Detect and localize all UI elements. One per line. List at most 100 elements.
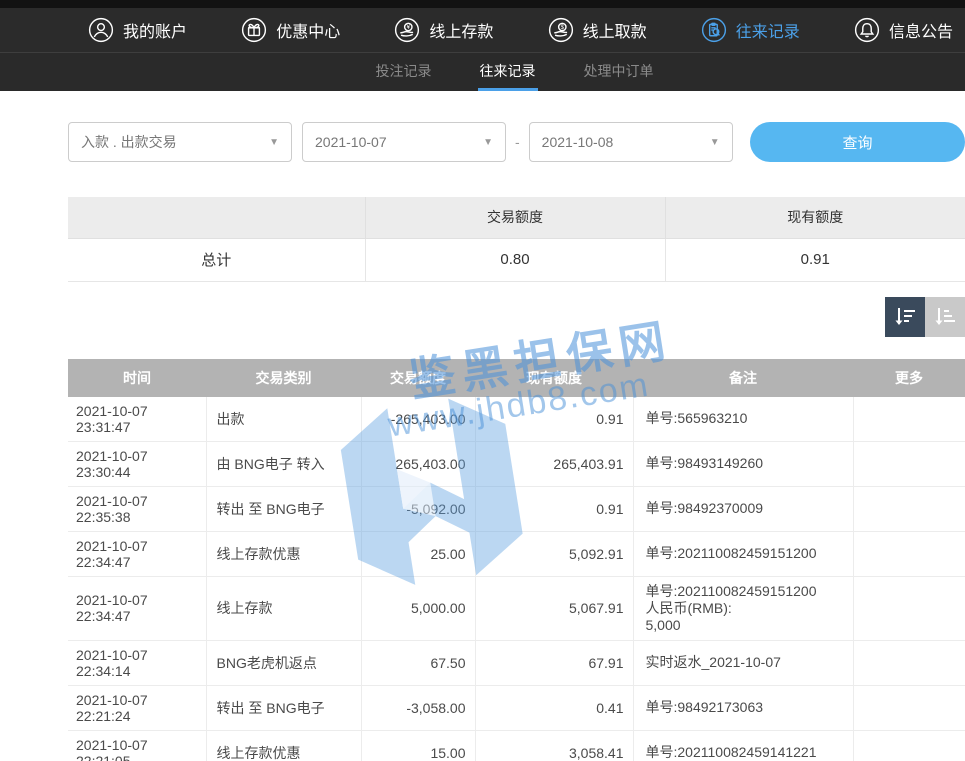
main-nav: 我的账户 优惠中心 ¥ 线上存款 $ 线上取款 往来记录: [0, 8, 965, 52]
date-to-value: 2021-10-08: [542, 134, 614, 150]
transactions-header-row: 时间 交易类别 交易额度 现有额度 备注 更多: [68, 359, 965, 397]
chevron-down-icon: ▼: [483, 137, 493, 148]
nav-item-announcements[interactable]: 信息公告: [854, 17, 953, 43]
cell-more: [853, 730, 965, 761]
cell-current-amount: 5,092.91: [475, 531, 633, 576]
table-row: 2021-10-07 23:31:47出款-265,403.000.91单号:5…: [68, 397, 965, 442]
nav-label: 我的账户: [123, 18, 187, 42]
date-from-value: 2021-10-07: [315, 134, 387, 150]
cell-current-amount: 0.41: [475, 685, 633, 730]
search-button[interactable]: 查询: [750, 122, 965, 162]
cell-transaction-amount: 5,000.00: [361, 576, 475, 640]
chevron-down-icon: ▼: [710, 137, 720, 148]
tab-processing-orders[interactable]: 处理中订单: [582, 53, 656, 91]
cell-transaction-amount: -3,058.00: [361, 685, 475, 730]
cell-transaction-amount: 67.50: [361, 640, 475, 685]
date-from-select[interactable]: 2021-10-07 ▼: [302, 122, 506, 162]
cell-time: 2021-10-07 22:21:05: [68, 730, 206, 761]
summary-current-amount: 0.91: [665, 238, 965, 281]
nav-item-my-account[interactable]: 我的账户: [88, 17, 187, 43]
date-to-select[interactable]: 2021-10-08 ▼: [529, 122, 733, 162]
cell-remark: 实时返水_2021-10-07: [633, 640, 853, 685]
cell-transaction-type: BNG老虎机返点: [206, 640, 361, 685]
cell-remark: 单号:98492173063: [633, 685, 853, 730]
cell-time: 2021-10-07 23:30:44: [68, 441, 206, 486]
sort-row: [68, 297, 965, 337]
cell-transaction-type: 线上存款优惠: [206, 730, 361, 761]
cell-more: [853, 531, 965, 576]
cell-transaction-amount: -5,092.00: [361, 486, 475, 531]
sort-descending-icon: [893, 305, 917, 329]
summary-transaction-amount: 0.80: [365, 238, 665, 281]
cell-remark: 单号:565963210: [633, 397, 853, 442]
tab-betting-records[interactable]: 投注记录: [374, 53, 434, 91]
transactions-tbody: 2021-10-07 23:31:47出款-265,403.000.91单号:5…: [68, 397, 965, 761]
summary-header-empty: [68, 197, 365, 238]
cell-time: 2021-10-07 23:31:47: [68, 397, 206, 442]
cell-time: 2021-10-07 22:34:14: [68, 640, 206, 685]
transactions-table: 时间 交易类别 交易额度 现有额度 备注 更多 2021-10-07 23:31…: [68, 359, 965, 761]
tab-transaction-records[interactable]: 往来记录: [478, 53, 538, 91]
nav-item-withdraw[interactable]: $ 线上取款: [548, 17, 647, 43]
cell-more: [853, 486, 965, 531]
cell-time: 2021-10-07 22:34:47: [68, 531, 206, 576]
header-more: 更多: [853, 359, 965, 397]
cell-transaction-amount: 265,403.00: [361, 441, 475, 486]
cell-time: 2021-10-07 22:21:24: [68, 685, 206, 730]
summary-total-label: 总计: [68, 238, 365, 281]
cell-transaction-amount: 15.00: [361, 730, 475, 761]
nav-item-records[interactable]: 往来记录: [701, 17, 800, 43]
table-row: 2021-10-07 22:34:47线上存款5,000.005,067.91单…: [68, 576, 965, 640]
chevron-down-icon: ▼: [269, 137, 279, 148]
nav-label: 往来记录: [736, 18, 800, 42]
table-row: 2021-10-07 22:35:38转出 至 BNG电子-5,092.000.…: [68, 486, 965, 531]
header-transaction-amount: 交易额度: [361, 359, 475, 397]
cell-remark: 单号:202110082459151200人民币(RMB):5,000: [633, 576, 853, 640]
cell-more: [853, 685, 965, 730]
header-time: 时间: [68, 359, 206, 397]
nav-item-deposit[interactable]: ¥ 线上存款: [394, 17, 493, 43]
table-row: 2021-10-07 22:21:24转出 至 BNG电子-3,058.000.…: [68, 685, 965, 730]
header-current-amount: 现有额度: [475, 359, 633, 397]
header-transaction-type: 交易类别: [206, 359, 361, 397]
cell-current-amount: 265,403.91: [475, 441, 633, 486]
nav-label: 线上存款: [429, 18, 493, 42]
cell-current-amount: 0.91: [475, 397, 633, 442]
table-row: 2021-10-07 22:21:05线上存款优惠15.003,058.41单号…: [68, 730, 965, 761]
cell-transaction-type: 线上存款: [206, 576, 361, 640]
bell-icon: [854, 17, 880, 43]
records-icon: [701, 17, 727, 43]
cell-current-amount: 5,067.91: [475, 576, 633, 640]
cell-time: 2021-10-07 22:34:47: [68, 576, 206, 640]
deposit-icon: ¥: [394, 17, 420, 43]
cell-transaction-type: 出款: [206, 397, 361, 442]
transaction-type-value: 入款 . 出款交易: [81, 132, 177, 152]
cell-transaction-type: 转出 至 BNG电子: [206, 486, 361, 531]
cell-transaction-amount: -265,403.00: [361, 397, 475, 442]
summary-header-current-amount: 现有额度: [665, 197, 965, 238]
cell-current-amount: 67.91: [475, 640, 633, 685]
filter-row: 入款 . 出款交易 ▼ 2021-10-07 ▼ - 2021-10-08 ▼ …: [68, 122, 965, 162]
cell-remark: 单号:98493149260: [633, 441, 853, 486]
cell-transaction-type: 由 BNG电子 转入: [206, 441, 361, 486]
cell-current-amount: 0.91: [475, 486, 633, 531]
user-icon: [88, 17, 114, 43]
sort-ascending-button[interactable]: [925, 297, 965, 337]
cell-transaction-amount: 25.00: [361, 531, 475, 576]
cell-more: [853, 640, 965, 685]
nav-item-promotions[interactable]: 优惠中心: [241, 17, 340, 43]
header-remark: 备注: [633, 359, 853, 397]
cell-current-amount: 3,058.41: [475, 730, 633, 761]
subnav: 投注记录 往来记录 处理中订单: [0, 52, 965, 91]
nav-label: 信息公告: [889, 18, 953, 42]
sort-ascending-icon: [933, 305, 957, 329]
nav-label: 优惠中心: [276, 18, 340, 42]
cell-transaction-type: 转出 至 BNG电子: [206, 685, 361, 730]
sort-descending-button[interactable]: [885, 297, 925, 337]
table-row: 2021-10-07 22:34:14BNG老虎机返点67.5067.91实时返…: [68, 640, 965, 685]
transaction-type-select[interactable]: 入款 . 出款交易 ▼: [68, 122, 292, 162]
date-range-separator: -: [515, 134, 520, 150]
cell-transaction-type: 线上存款优惠: [206, 531, 361, 576]
cell-more: [853, 441, 965, 486]
table-row: 2021-10-07 22:34:47线上存款优惠25.005,092.91单号…: [68, 531, 965, 576]
